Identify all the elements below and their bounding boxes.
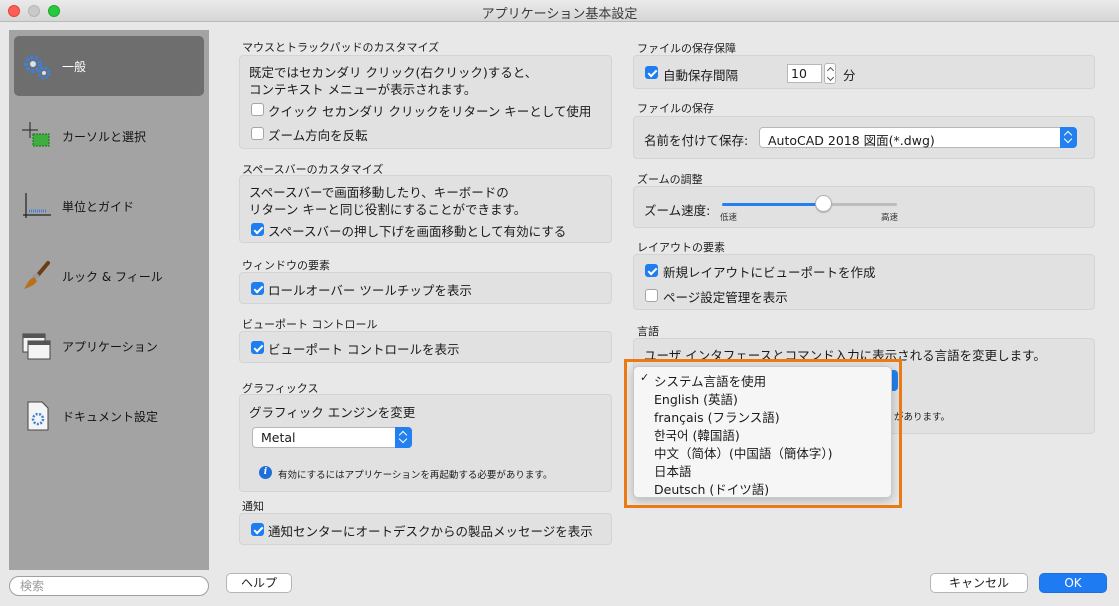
spacebar-pan-checkbox[interactable] — [251, 223, 264, 236]
sidebar-item-label: カーソルと選択 — [62, 130, 147, 144]
section-title-mouse: マウスとトラックパッドのカスタマイズ — [242, 41, 440, 54]
section-title-save: ファイルの保存 — [637, 102, 714, 115]
gear-icon — [24, 55, 51, 80]
chevron-updown-icon — [395, 427, 412, 448]
section-title-zoom: ズームの調整 — [637, 173, 703, 186]
autosave-checkbox[interactable] — [645, 66, 658, 79]
sidebar-item-label: 単位とガイド — [62, 200, 135, 214]
search-input[interactable]: 検索 — [9, 576, 209, 596]
sidebar: 一般 カーソルと選択 単位とガイド ルック & フィール アプリケーション ドキ… — [9, 30, 209, 570]
rollover-tooltip-label[interactable]: ロールオーバー ツールチップを表示 — [268, 280, 472, 299]
autosave-interval-stepper[interactable] — [824, 63, 836, 84]
autosave-interval-input[interactable]: 10 — [787, 64, 822, 83]
zoom-speed-track[interactable] — [824, 203, 897, 206]
sidebar-item-general[interactable]: 一般 — [14, 36, 204, 96]
info-icon: i — [259, 466, 272, 479]
document-settings-icon — [27, 401, 49, 431]
help-button[interactable]: ヘルプ — [226, 573, 292, 593]
viewport-controls-checkbox[interactable] — [251, 341, 264, 354]
save-as-format-value: AutoCAD 2018 図面(*.dwg) — [768, 133, 935, 148]
page-setup-manager-checkbox[interactable] — [645, 289, 658, 302]
section-title-window-elements: ウィンドウの要素 — [242, 259, 330, 272]
spacebar-description-line2: リターン キーと同じ役割にすることができます。 — [249, 202, 527, 217]
ok-button[interactable]: OK — [1039, 573, 1107, 593]
cursor-selection-icon — [22, 122, 50, 147]
units-guides-icon — [23, 193, 51, 218]
product-messages-checkbox[interactable] — [251, 523, 264, 536]
sidebar-item-label: 一般 — [62, 60, 87, 74]
graphics-restart-note: 有効にするにはアプリケーションを再起動する必要があります。 — [278, 470, 553, 481]
highlight-annotation-box — [624, 359, 902, 508]
graphics-engine-label: グラフィック エンジンを変更 — [249, 405, 416, 420]
autosave-label[interactable]: 自動保存間隔 — [663, 65, 738, 84]
sidebar-item-application[interactable]: アプリケーション — [14, 316, 204, 376]
sidebar-item-cursor-selection[interactable]: カーソルと選択 — [14, 106, 204, 166]
section-title-language: 言語 — [637, 325, 659, 338]
sidebar-item-document-settings[interactable]: ドキュメント設定 — [14, 386, 204, 446]
brush-icon — [24, 261, 50, 289]
page-setup-manager-label[interactable]: ページ設定管理を表示 — [663, 287, 788, 306]
graphics-engine-select[interactable]: Metal — [252, 427, 412, 448]
chevron-updown-icon — [1060, 127, 1077, 148]
section-title-autosave: ファイルの保存保障 — [637, 42, 736, 55]
title-bar: アプリケーション基本設定 — [0, 0, 1119, 22]
rollover-tooltip-checkbox[interactable] — [251, 282, 264, 295]
graphics-engine-value: Metal — [261, 430, 296, 445]
autosave-unit: 分 — [843, 68, 856, 83]
zoom-speed-label: ズーム速度: — [644, 203, 711, 218]
zoom-speed-slider-knob[interactable] — [815, 195, 832, 212]
viewport-controls-label[interactable]: ビューポート コントロールを表示 — [268, 339, 459, 358]
application-windows-icon — [22, 333, 51, 360]
create-viewport-label[interactable]: 新規レイアウトにビューポートを作成 — [663, 262, 876, 281]
product-messages-label[interactable]: 通知センターにオートデスクからの製品メッセージを表示 — [268, 521, 593, 540]
save-as-label: 名前を付けて保存: — [644, 133, 749, 148]
reverse-zoom-label[interactable]: ズーム方向を反転 — [268, 125, 368, 144]
sidebar-item-label: ルック & フィール — [62, 270, 163, 284]
zoom-speed-low-label: 低速 — [720, 213, 738, 223]
language-restart-note-tail: があります。 — [894, 412, 951, 423]
zoom-speed-track-filled — [722, 203, 824, 206]
zoom-speed-high-label: 高速 — [881, 213, 899, 223]
sidebar-item-units-guides[interactable]: 単位とガイド — [14, 176, 204, 236]
mouse-description-line2: コンテキスト メニューが表示されます。 — [249, 82, 477, 97]
cancel-button[interactable]: キャンセル — [930, 573, 1028, 593]
quick-secondary-click-label[interactable]: クイック セカンダリ クリックをリターン キーとして使用 — [268, 101, 591, 120]
quick-secondary-click-checkbox[interactable] — [251, 103, 264, 116]
sidebar-item-look-feel[interactable]: ルック & フィール — [14, 246, 204, 306]
create-viewport-checkbox[interactable] — [645, 264, 658, 277]
sidebar-item-label: アプリケーション — [62, 340, 158, 354]
save-as-format-select[interactable]: AutoCAD 2018 図面(*.dwg) — [759, 127, 1077, 148]
section-title-notification: 通知 — [242, 500, 264, 513]
spacebar-pan-label[interactable]: スペースバーの押し下げを画面移動として有効にする — [268, 221, 566, 240]
section-title-layout: レイアウトの要素 — [637, 241, 725, 254]
window-title: アプリケーション基本設定 — [481, 7, 638, 22]
section-title-viewport: ビューポート コントロール — [242, 318, 378, 331]
sidebar-item-label: ドキュメント設定 — [62, 410, 159, 424]
reverse-zoom-checkbox[interactable] — [251, 127, 264, 140]
